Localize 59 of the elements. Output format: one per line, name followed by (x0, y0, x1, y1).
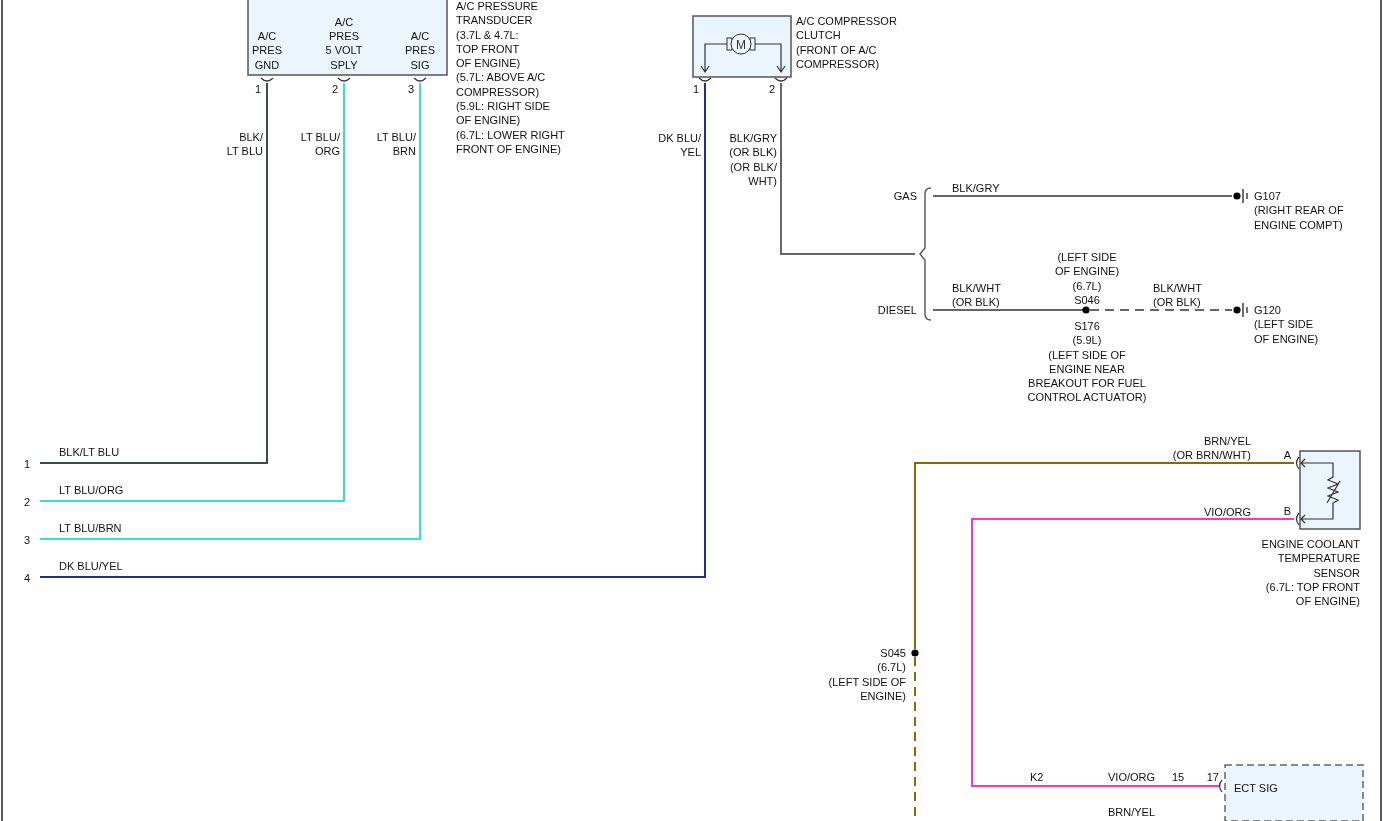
pin-letter: B (1283, 504, 1291, 519)
wire-label: DK BLU/YEL (59, 559, 123, 574)
wire-label: BRN/YEL (OR BRN/WHT) (1172, 434, 1251, 463)
wire-label: VIO/ORG (1203, 505, 1251, 520)
pin-number: 2 (23, 495, 30, 510)
pin-label: A/C PRES 5 VOLT SPLY (325, 14, 363, 72)
pin-number: 3 (23, 533, 30, 548)
splice-dot (911, 649, 919, 657)
terminal-icon (260, 77, 274, 82)
terminal-icon (1218, 779, 1223, 793)
motor-label: M (736, 37, 746, 52)
ground-label: G120 (LEFT SIDE OF ENGINE) (1254, 303, 1319, 346)
ground-icon (1233, 302, 1248, 318)
terminal-icon (413, 77, 427, 82)
splice-label: S045 (6.7L) (LEFT SIDE OF ENGINE) (828, 646, 906, 704)
wire-label: BLK/LT BLU (59, 445, 120, 460)
component-label: ENGINE COOLANT TEMPERATURE SENSOR (6.7L: TOP FRONT OF ENGINE) (1261, 537, 1360, 609)
wire-label: BRN/YEL (1108, 805, 1156, 820)
wire-label: BLK/GRY (OR BLK) (OR BLK/ WHT) (729, 131, 777, 189)
terminal-icon (774, 77, 788, 82)
terminal-icon (698, 77, 712, 82)
splice-label: (LEFT SIDE OF ENGINE) (6.7L) S046 (1054, 250, 1120, 308)
pin-number: 4 (23, 571, 30, 586)
terminal-icon (1295, 512, 1300, 526)
pin-number: 17 (1206, 770, 1219, 785)
pin-number: 1 (254, 82, 261, 97)
wire-label: LT BLU/ORG (59, 483, 124, 498)
pin-number: 2 (331, 82, 338, 97)
thermistor-drawing (1300, 458, 1341, 524)
wire-label: DK BLU/ YEL (658, 131, 701, 160)
ground-icon (1233, 188, 1248, 204)
pin-label: A/C PRES GND (252, 29, 282, 72)
brace-icon (919, 187, 932, 321)
wire-label: BLK/ LT BLU (226, 130, 263, 159)
pin-number: 1 (692, 82, 699, 97)
wire-label: LT BLU/ BRN (376, 130, 416, 159)
ground-label: G107 (RIGHT REAR OF ENGINE COMPT) (1254, 189, 1344, 232)
pin-label: A/C PRES SIG (405, 29, 435, 72)
splice-dot (1082, 306, 1090, 314)
pin-number: 3 (407, 82, 414, 97)
pin-number: 1 (23, 457, 30, 472)
wire-label: LT BLU/ ORG (300, 130, 340, 159)
pin-label: ECT SIG (1234, 781, 1278, 796)
terminal-icon (1295, 456, 1300, 470)
wire-label: BLK/WHT (OR BLK) (1153, 281, 1202, 310)
pin-letter: A (1283, 448, 1291, 463)
wire-label: BLK/GRY (952, 181, 1000, 196)
branch-label: GAS (893, 189, 917, 204)
wire-label: VIO/ORG (1108, 770, 1156, 785)
component-label: A/C COMPRESSOR CLUTCH (FRONT OF A/C COMPRESSOR) (796, 14, 897, 72)
splice-label: S176 (5.9L) (LEFT SIDE OF ENGINE NEAR BREAKOUT FOR FUEL CONTROL ACTUATOR) (1027, 319, 1147, 405)
branch-label: DIESEL (877, 303, 917, 318)
pin-number: 2 (768, 82, 775, 97)
wire-label: BLK/WHT (OR BLK) (952, 281, 1001, 310)
connector-label: K2 (1030, 770, 1044, 785)
component-label: A/C PRESSURE TRANSDUCER (3.7L & 4.7L: TOP FRONT OF ENGINE) (5.7L: ABOVE A/C COMPRESSOR) (5.9L: RIGHT SIDE OF ENGINE) (6.7L: LOWER RIGHT FRONT OF ENGINE) (456, 0, 565, 157)
pin-number: 15 (1172, 770, 1185, 785)
terminal-icon (337, 77, 351, 82)
wire-label: LT BLU/BRN (59, 521, 122, 536)
